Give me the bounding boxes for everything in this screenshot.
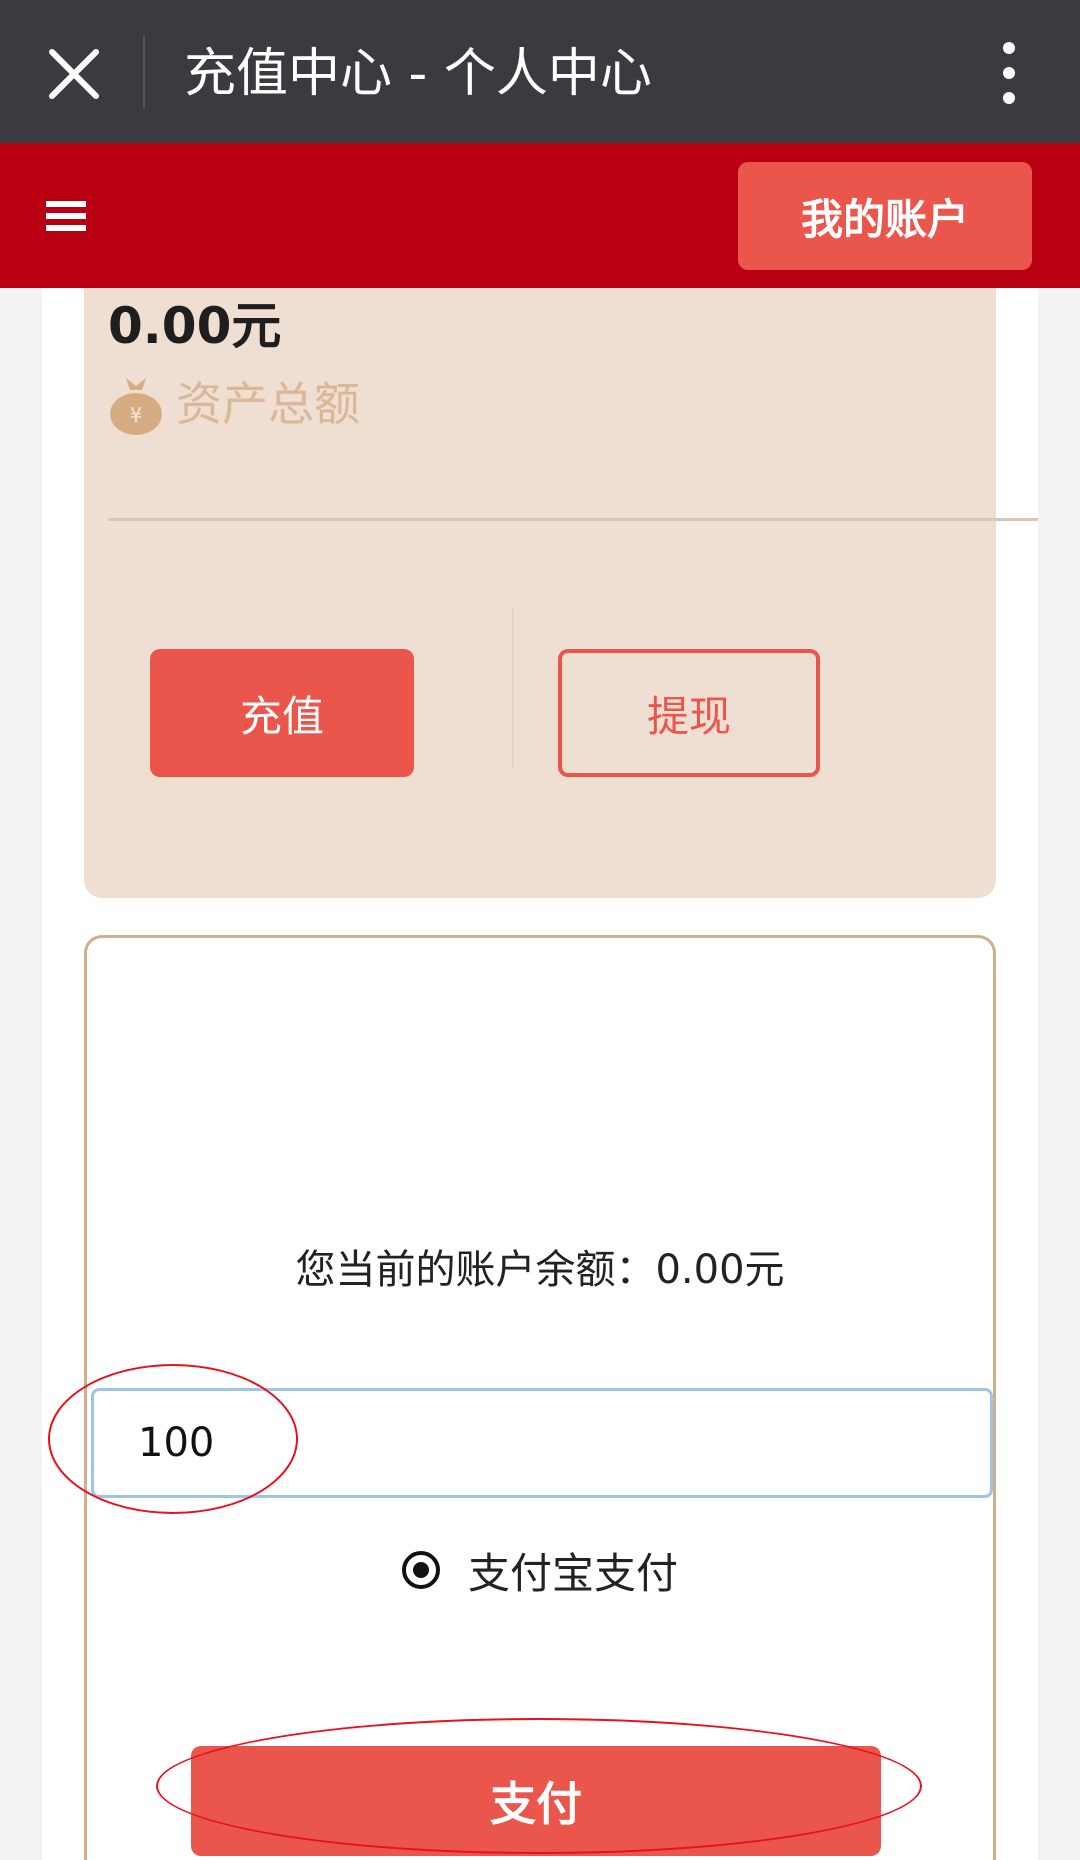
nav-bar: 我的账户 <box>0 143 1080 288</box>
payment-card: 您当前的账户余额：0.00元 支付宝支付 支付 <box>84 935 996 1860</box>
app-title-bar: 充值中心 - 个人中心 <box>0 0 1080 143</box>
recharge-button[interactable]: 充值 <box>150 649 414 777</box>
amount-input[interactable] <box>91 1388 993 1498</box>
my-account-button[interactable]: 我的账户 <box>738 162 1032 270</box>
balance-text: 您当前的账户余额：0.00元 <box>295 1247 785 1293</box>
title-divider <box>143 36 145 108</box>
payment-option-alipay[interactable]: 支付宝支付 <box>87 1538 993 1602</box>
payment-option-label: 支付宝支付 <box>467 1548 678 1598</box>
svg-text:¥: ¥ <box>130 403 143 427</box>
asset-card: 0.00元 ¥ 资产总额 充值 提现 <box>84 288 1038 898</box>
recharge-page: 充值中心 - 个人中心 我的账户 0.00元 ¥ 资产总额 充值 提现 您当前的… <box>0 0 1080 1860</box>
asset-divider <box>108 518 1038 521</box>
close-icon[interactable] <box>32 36 112 108</box>
more-vertical-icon[interactable] <box>987 36 1031 108</box>
page-title: 充值中心 - 个人中心 <box>184 44 652 104</box>
asset-total-label: 资产总额 <box>176 377 360 431</box>
button-divider <box>512 608 514 768</box>
radio-selected-icon[interactable] <box>401 1551 440 1589</box>
asset-amount: 0.00元 <box>108 297 282 355</box>
menu-icon[interactable] <box>40 193 92 239</box>
pay-button[interactable]: 支付 <box>191 1746 881 1856</box>
withdraw-button[interactable]: 提现 <box>558 649 820 777</box>
money-bag-icon: ¥ <box>108 372 164 436</box>
